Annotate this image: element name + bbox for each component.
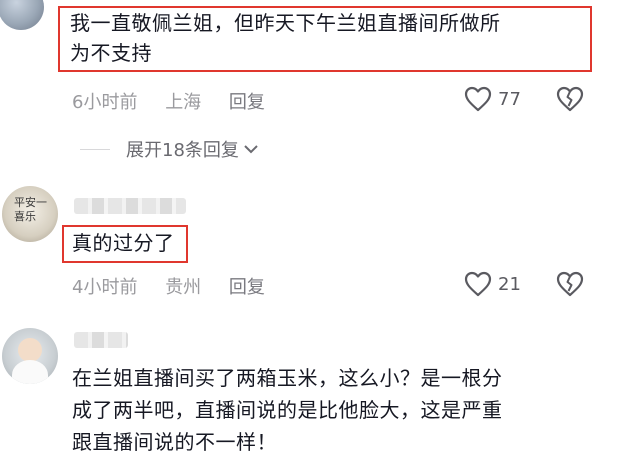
comment-text-line: 跟直播间说的不一样！ — [72, 430, 277, 454]
comment-text-line: 我一直敬佩兰姐，但昨天下午兰姐直播间所做所 — [70, 11, 501, 35]
username-blurred[interactable] — [74, 198, 186, 214]
comment-text: 我一直敬佩兰姐，但昨天下午兰姐直播间所做所 为不支持 — [70, 8, 590, 68]
comment-time: 4小时前 — [72, 277, 138, 298]
chevron-down-icon — [243, 139, 259, 160]
like-count: 21 — [498, 273, 521, 295]
dislike-button[interactable] — [556, 271, 584, 301]
avatar-body — [12, 360, 48, 384]
avatar[interactable] — [0, 0, 44, 30]
avatar-text: 平安一喜乐 — [14, 196, 47, 223]
username-blurred[interactable] — [74, 332, 128, 348]
comment-location: 上海 — [165, 92, 202, 113]
like-count: 77 — [498, 88, 521, 110]
reply-button[interactable]: 回复 — [229, 277, 265, 298]
heart-icon — [464, 86, 492, 112]
heart-icon — [464, 271, 492, 297]
comment-meta: 6小时前 上海 回复 — [72, 88, 287, 114]
like-button[interactable]: 77 — [464, 86, 521, 112]
comment-text: 真的过分了 — [72, 231, 175, 255]
broken-heart-icon — [556, 271, 584, 301]
comment-text: 在兰姐直播间买了两箱玉米，这么小？是一根分 成了两半吧，直播间说的是比他脸大，这… — [72, 362, 612, 458]
avatar-face — [18, 338, 42, 362]
comment-text-line: 在兰姐直播间买了两箱玉米，这么小？是一根分 — [72, 366, 503, 390]
comment-meta: 4小时前 贵州 回复 — [72, 273, 287, 299]
like-button[interactable]: 21 — [464, 271, 521, 297]
avatar[interactable] — [2, 328, 58, 384]
comment-location: 贵州 — [165, 277, 202, 298]
comment-text-line: 为不支持 — [70, 41, 152, 65]
divider — [80, 148, 110, 150]
comment-text-line: 成了两半吧，直播间说的是比他脸大，这是严重 — [72, 398, 503, 422]
broken-heart-icon — [556, 86, 584, 116]
avatar[interactable]: 平安一喜乐 — [2, 186, 58, 242]
expand-replies-button[interactable]: 展开18条回复 — [80, 136, 259, 162]
reply-button[interactable]: 回复 — [229, 92, 265, 113]
dislike-button[interactable] — [556, 86, 584, 116]
comment-time: 6小时前 — [72, 92, 138, 113]
expand-replies-label: 展开18条回复 — [126, 140, 239, 161]
